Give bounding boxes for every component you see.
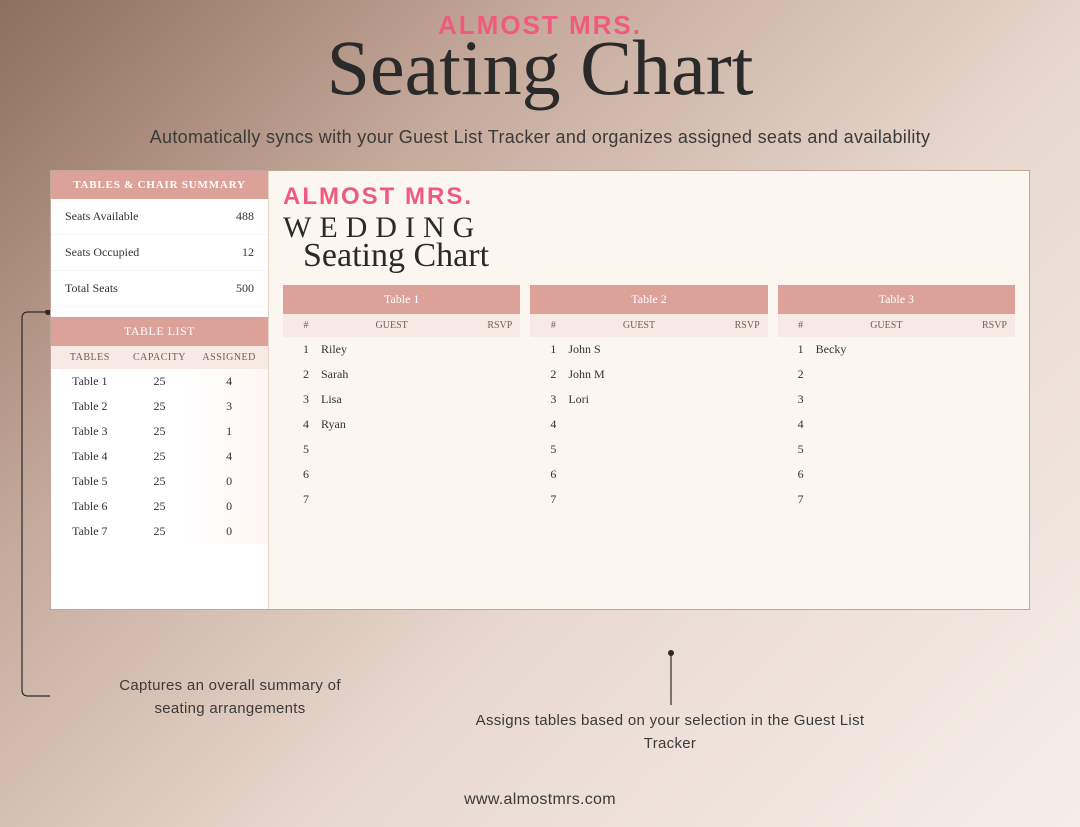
main-title-script: Seating Chart — [303, 237, 1015, 275]
table-row: 6 — [283, 462, 520, 487]
table-row: 6 — [778, 462, 1015, 487]
connector-left-icon — [20, 310, 50, 710]
footer-url: www.almostmrs.com — [0, 791, 1080, 809]
tablelist-row: Table 5250 — [51, 469, 268, 494]
table-heading: Table 1 — [283, 285, 520, 314]
preview-panel: TABLES & CHAIR SUMMARY Seats Available 4… — [50, 170, 1030, 610]
subtitle: Automatically syncs with your Guest List… — [150, 127, 931, 148]
main-panel: ALMOST MRS. WEDDING Seating Chart Table … — [269, 171, 1029, 609]
tablelist-body: Table 1254Table 2253Table 3251Table 4254… — [51, 369, 268, 544]
table-row: 3Lori — [530, 387, 767, 412]
table-row: 4Ryan — [283, 412, 520, 437]
table-row: 4 — [530, 412, 767, 437]
summary-label: Seats Occupied — [65, 245, 139, 260]
summary-row: Seats Occupied 12 — [51, 235, 268, 271]
col-tables: TABLES — [55, 352, 125, 363]
tablelist-row: Table 1254 — [51, 369, 268, 394]
table-row: 1Becky — [778, 337, 1015, 362]
table-row: 7 — [530, 487, 767, 512]
table-row: 7 — [283, 487, 520, 512]
caption-left: Captures an overall summary of seating a… — [110, 675, 350, 720]
tablelist-heading: TABLE LIST — [51, 317, 268, 346]
tablelist-columns: TABLES CAPACITY ASSIGNED — [51, 346, 268, 369]
table-row: 1Riley — [283, 337, 520, 362]
summary-value: 488 — [236, 209, 254, 224]
table-row: 6 — [530, 462, 767, 487]
tablelist-row: Table 3251 — [51, 419, 268, 444]
table-row: 4 — [778, 412, 1015, 437]
caption-mid: Assigns tables based on your selection i… — [470, 710, 870, 755]
connector-mid-icon — [666, 650, 676, 705]
table-row: 5 — [778, 437, 1015, 462]
table-column: Table 1#GUESTRSVP1Riley2Sarah3Lisa4Ryan5… — [283, 285, 520, 512]
table-row: 1John S — [530, 337, 767, 362]
col-assigned: ASSIGNED — [194, 352, 264, 363]
table-column: Table 2#GUESTRSVP1John S2John M3Lori4567 — [530, 285, 767, 512]
table-row: 7 — [778, 487, 1015, 512]
table-row: 3Lisa — [283, 387, 520, 412]
tablelist-row: Table 6250 — [51, 494, 268, 519]
table-subheader: #GUESTRSVP — [778, 314, 1015, 337]
summary-row: Seats Available 488 — [51, 199, 268, 235]
tablelist-row: Table 7250 — [51, 519, 268, 544]
table-heading: Table 3 — [778, 285, 1015, 314]
page-title: Seating Chart — [327, 37, 754, 99]
tablelist-row: Table 2253 — [51, 394, 268, 419]
tablelist-row: Table 4254 — [51, 444, 268, 469]
summary-row: Total Seats 500 — [51, 271, 268, 307]
table-row: 2John M — [530, 362, 767, 387]
table-row: 5 — [283, 437, 520, 462]
summary-value: 500 — [236, 281, 254, 296]
table-row: 5 — [530, 437, 767, 462]
table-row: 3 — [778, 387, 1015, 412]
table-column: Table 3#GUESTRSVP1Becky234567 — [778, 285, 1015, 512]
table-row: 2 — [778, 362, 1015, 387]
summary-heading: TABLES & CHAIR SUMMARY — [51, 171, 268, 199]
table-row: 2Sarah — [283, 362, 520, 387]
table-subheader: #GUESTRSVP — [283, 314, 520, 337]
table-heading: Table 2 — [530, 285, 767, 314]
summary-value: 12 — [242, 245, 254, 260]
tables-wrap: Table 1#GUESTRSVP1Riley2Sarah3Lisa4Ryan5… — [283, 285, 1015, 512]
main-brand-logo: ALMOST MRS. — [283, 183, 1015, 211]
summary-label: Seats Available — [65, 209, 138, 224]
sidebar: TABLES & CHAIR SUMMARY Seats Available 4… — [51, 171, 269, 609]
table-subheader: #GUESTRSVP — [530, 314, 767, 337]
summary-label: Total Seats — [65, 281, 118, 296]
col-capacity: CAPACITY — [125, 352, 195, 363]
